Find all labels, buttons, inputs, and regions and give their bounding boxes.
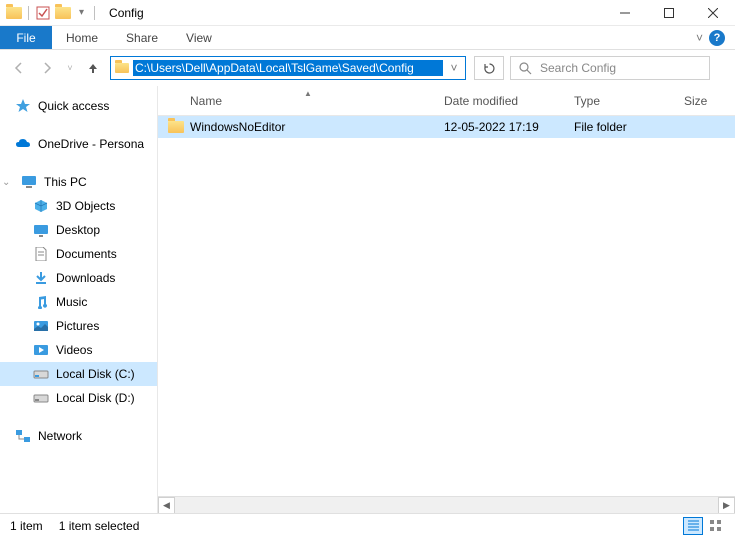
navigation-pane: Quick access OneDrive - Persona ⌄ This P… xyxy=(0,86,158,513)
download-icon xyxy=(32,270,50,286)
close-button[interactable] xyxy=(691,0,735,26)
address-path[interactable]: C:\Users\Dell\AppData\Local\TslGame\Save… xyxy=(133,60,443,76)
nav-quick-access[interactable]: Quick access xyxy=(0,94,157,118)
titlebar-left: ▾ Config xyxy=(0,5,152,21)
file-name: WindowsNoEditor xyxy=(190,120,285,134)
view-large-button[interactable] xyxy=(705,517,725,535)
navbar: ˅ C:\Users\Dell\AppData\Local\TslGame\Sa… xyxy=(0,50,735,86)
qat-checkbox-icon[interactable] xyxy=(35,5,51,21)
nav-onedrive[interactable]: OneDrive - Persona xyxy=(0,132,157,156)
content-area: Name▲ Date modified Type Size WindowsNoE… xyxy=(158,86,735,513)
file-tab[interactable]: File xyxy=(0,26,52,49)
nav-3d-objects[interactable]: 3D Objects xyxy=(0,194,157,218)
file-list: WindowsNoEditor 12-05-2022 17:19 File fo… xyxy=(158,116,735,496)
forward-button[interactable] xyxy=(36,57,58,79)
column-name[interactable]: Name▲ xyxy=(164,94,444,108)
folder-icon xyxy=(6,5,22,21)
cube-icon xyxy=(32,198,50,214)
main: Quick access OneDrive - Persona ⌄ This P… xyxy=(0,86,735,513)
drive-icon xyxy=(32,390,50,406)
tab-home[interactable]: Home xyxy=(52,26,112,49)
star-icon xyxy=(14,98,32,114)
tab-share[interactable]: Share xyxy=(112,26,172,49)
view-details-button[interactable] xyxy=(683,517,703,535)
nav-desktop[interactable]: Desktop xyxy=(0,218,157,242)
pictures-icon xyxy=(32,318,50,334)
column-date[interactable]: Date modified xyxy=(444,94,574,108)
help-icon[interactable]: ? xyxy=(709,30,725,46)
separator xyxy=(28,6,29,20)
search-placeholder: Search Config xyxy=(540,61,616,75)
column-headers: Name▲ Date modified Type Size xyxy=(158,86,735,116)
separator xyxy=(94,6,95,20)
nav-documents[interactable]: Documents xyxy=(0,242,157,266)
tab-view[interactable]: View xyxy=(172,26,226,49)
music-icon xyxy=(32,294,50,310)
folder-icon xyxy=(111,63,133,73)
scroll-right-icon[interactable]: ▶ xyxy=(718,497,735,514)
nav-downloads[interactable]: Downloads xyxy=(0,266,157,290)
ribbon: File Home Share View ˅ ? xyxy=(0,26,735,50)
address-bar[interactable]: C:\Users\Dell\AppData\Local\TslGame\Save… xyxy=(110,56,466,80)
back-button[interactable] xyxy=(8,57,30,79)
column-type[interactable]: Type xyxy=(574,94,684,108)
folder-icon xyxy=(168,121,184,133)
refresh-button[interactable] xyxy=(474,56,504,80)
expand-icon[interactable]: ⌄ xyxy=(2,177,14,188)
cloud-icon xyxy=(14,136,32,152)
status-count: 1 item xyxy=(10,519,43,533)
desktop-icon xyxy=(32,222,50,238)
search-icon xyxy=(519,62,532,75)
videos-icon xyxy=(32,342,50,358)
statusbar: 1 item 1 item selected xyxy=(0,513,735,537)
sort-asc-icon: ▲ xyxy=(304,89,312,98)
window-title: Config xyxy=(101,6,152,20)
minimize-button[interactable] xyxy=(603,0,647,26)
file-date: 12-05-2022 17:19 xyxy=(444,120,574,134)
scroll-left-icon[interactable]: ◀ xyxy=(158,497,175,514)
computer-icon xyxy=(20,174,38,190)
maximize-button[interactable] xyxy=(647,0,691,26)
file-type: File folder xyxy=(574,120,684,134)
nav-pictures[interactable]: Pictures xyxy=(0,314,157,338)
document-icon xyxy=(32,246,50,262)
qat-dropdown-icon[interactable]: ▾ xyxy=(75,7,88,18)
network-icon xyxy=(14,428,32,444)
status-selected: 1 item selected xyxy=(59,519,140,533)
search-input[interactable]: Search Config xyxy=(510,56,710,80)
up-button[interactable] xyxy=(82,57,104,79)
file-row[interactable]: WindowsNoEditor 12-05-2022 17:19 File fo… xyxy=(158,116,735,138)
nav-music[interactable]: Music xyxy=(0,290,157,314)
address-dropdown-icon[interactable]: ˅ xyxy=(443,61,465,75)
nav-videos[interactable]: Videos xyxy=(0,338,157,362)
nav-this-pc[interactable]: ⌄ This PC xyxy=(0,170,157,194)
window-controls xyxy=(603,0,735,26)
drive-icon xyxy=(32,366,50,382)
titlebar: ▾ Config xyxy=(0,0,735,26)
folder-icon xyxy=(55,5,71,21)
horizontal-scrollbar[interactable]: ◀ ▶ xyxy=(158,496,735,513)
column-size[interactable]: Size xyxy=(684,94,735,108)
nav-network[interactable]: Network xyxy=(0,424,157,448)
ribbon-expand-icon[interactable]: ˅ xyxy=(696,31,703,45)
recent-dropdown-icon[interactable]: ˅ xyxy=(64,57,76,79)
nav-local-disk-d[interactable]: Local Disk (D:) xyxy=(0,386,157,410)
nav-local-disk-c[interactable]: Local Disk (C:) xyxy=(0,362,157,386)
